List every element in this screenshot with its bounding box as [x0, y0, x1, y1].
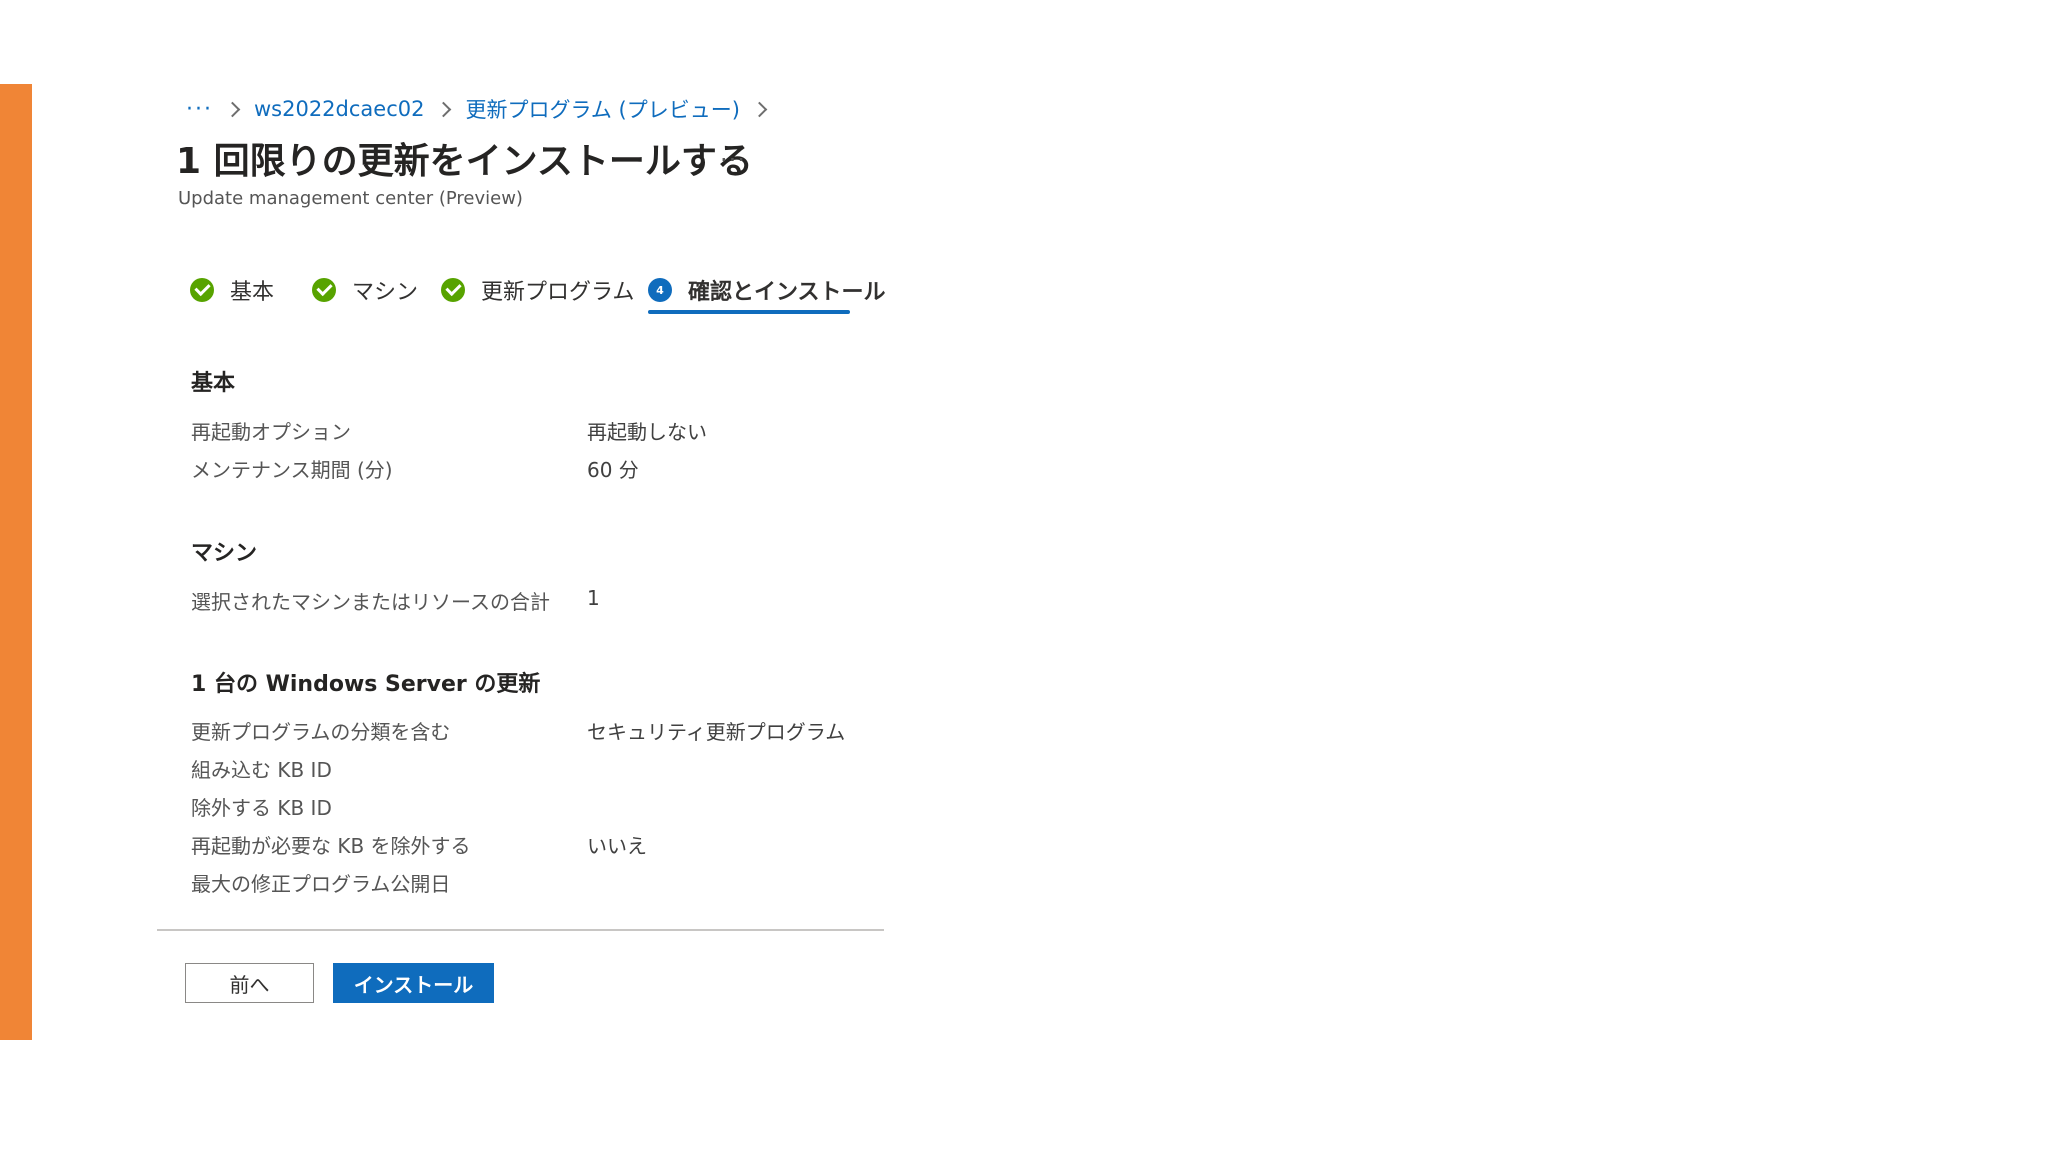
- active-tab-indicator: [648, 310, 850, 314]
- value-exclude-reboot-kb: いいえ: [587, 834, 647, 858]
- value-total-machines: 1: [587, 586, 600, 610]
- chevron-right-icon: [436, 101, 452, 117]
- checkmark-circle-icon: [441, 278, 465, 302]
- label-total-machines: 選択されたマシンまたはリソースの合計: [191, 590, 550, 614]
- checkmark-circle-icon: [312, 278, 336, 302]
- left-accent-bar: [0, 84, 32, 1040]
- page-subtitle: Update management center (Preview): [178, 188, 523, 209]
- breadcrumb-ellipsis[interactable]: ···: [186, 97, 213, 122]
- tab-label: 基本: [230, 280, 275, 305]
- label-update-classifications: 更新プログラムの分類を含む: [191, 720, 451, 744]
- section-title-machines: マシン: [191, 541, 258, 566]
- value-update-classifications: セキュリティ更新プログラム: [587, 720, 846, 744]
- previous-button[interactable]: 前へ: [185, 963, 314, 1003]
- tab-basics[interactable]: 基本: [190, 268, 274, 312]
- label-restart-option: 再起動オプション: [191, 420, 351, 444]
- chevron-right-icon: [751, 101, 768, 117]
- label-include-kb-ids: 組み込む KB ID: [191, 758, 332, 782]
- more-options-button[interactable]: ···: [720, 146, 746, 174]
- footer-divider: [157, 929, 884, 931]
- section-title-windows-updates: 1 台の Windows Server の更新: [191, 672, 541, 697]
- tab-label: 確認とインストール: [688, 280, 886, 305]
- breadcrumb-item-machine[interactable]: ws2022dcaec02: [254, 97, 425, 121]
- value-maintenance-window: 60 分: [587, 458, 639, 482]
- tab-label: 更新プログラム: [481, 280, 635, 305]
- page-title: 1 回限りの更新をインストールする: [176, 141, 753, 182]
- breadcrumb-item-updates[interactable]: 更新プログラム (プレビュー): [465, 94, 739, 124]
- label-maintenance-window: メンテナンス期間 (分): [191, 458, 393, 482]
- value-restart-option: 再起動しない: [587, 420, 707, 444]
- label-exclude-reboot-kb: 再起動が必要な KB を除外する: [191, 834, 471, 858]
- label-max-patch-publish-date: 最大の修正プログラム公開日: [191, 872, 451, 896]
- section-title-basics: 基本: [191, 371, 236, 396]
- install-button[interactable]: インストール: [333, 963, 494, 1003]
- tab-label: マシン: [352, 280, 419, 305]
- breadcrumb: ··· ws2022dcaec02 更新プログラム (プレビュー): [186, 92, 781, 126]
- step-number-icon: 4: [648, 278, 672, 302]
- tab-machines[interactable]: マシン: [312, 268, 418, 312]
- tab-review-install[interactable]: 4 確認とインストール: [648, 268, 886, 312]
- checkmark-circle-icon: [190, 278, 214, 302]
- tab-updates[interactable]: 更新プログラム: [441, 268, 634, 312]
- chevron-right-icon: [224, 101, 241, 117]
- label-exclude-kb-ids: 除外する KB ID: [191, 796, 332, 820]
